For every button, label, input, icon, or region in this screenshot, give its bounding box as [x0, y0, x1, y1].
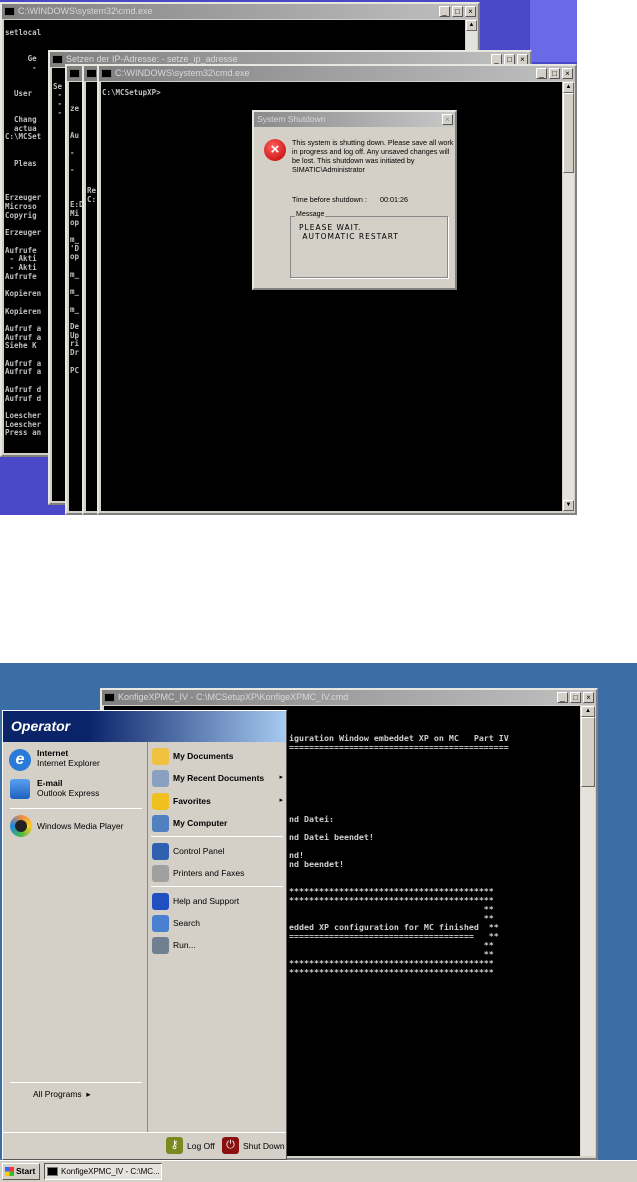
divider — [10, 1082, 142, 1083]
console-icon — [69, 69, 80, 78]
menu-item-my-documents[interactable]: My Documents — [151, 747, 285, 767]
menu-item-icon — [152, 793, 169, 810]
console-icon — [52, 55, 63, 64]
menu-item-printers-and-faxes[interactable]: Printers and Faxes — [151, 864, 285, 884]
minimize-button[interactable]: _ — [439, 6, 450, 17]
window-title: C:\WINDOWS\system32\cmd.exe — [115, 68, 250, 78]
start-menu: Operator e Internet Internet Explorer E-m… — [2, 710, 287, 1160]
windows-logo-icon — [5, 1167, 14, 1176]
menu-item-icon — [152, 815, 169, 832]
window-title: C:\WINDOWS\system32\cmd.exe — [18, 6, 153, 16]
start-button[interactable]: Start — [2, 1163, 40, 1180]
menu-item-search[interactable]: Search — [151, 914, 285, 934]
desktop-bottom: KonfigeXPMC_IV - C:\MCSetupXP\KonfigeXPM… — [0, 663, 637, 1182]
console-icon — [104, 693, 115, 702]
divider — [151, 836, 283, 837]
divider — [151, 886, 283, 887]
desktop-strip — [530, 0, 577, 62]
submenu-arrow-icon: ▸ — [279, 797, 283, 804]
menu-item-icon — [152, 843, 169, 860]
pinned-internet[interactable]: e Internet Internet Explorer — [7, 747, 145, 771]
menu-item-icon — [152, 893, 169, 910]
menu-column-divider — [147, 742, 148, 1132]
close-button[interactable]: × — [583, 692, 594, 703]
menu-item-control-panel[interactable]: Control Panel — [151, 842, 285, 862]
key-icon: ⚷ — [166, 1137, 183, 1154]
message-group: Message PLEASE WAIT. AUTOMATIC RESTART — [290, 211, 448, 278]
desktop-top: C:\WINDOWS\system32\cmd.exe _ □ × setlocal… — [0, 0, 577, 515]
scrollbar[interactable]: ▲ — [581, 706, 595, 1156]
divider — [10, 808, 142, 809]
time-value: 00:01:26 — [380, 195, 408, 204]
submenu-arrow-icon: ▸ — [279, 774, 283, 781]
console-icon — [86, 69, 97, 78]
minimize-button[interactable]: _ — [557, 692, 568, 703]
menu-item-icon — [152, 748, 169, 765]
close-button[interactable]: × — [562, 68, 573, 79]
group-label: Message — [295, 211, 326, 218]
time-label: Time before shutdown : — [292, 195, 367, 204]
maximize-button[interactable]: □ — [549, 68, 560, 79]
minimize-button[interactable]: _ — [536, 68, 547, 79]
menu-item-icon — [152, 770, 169, 787]
start-menu-header: Operator — [3, 711, 286, 742]
menu-item-my-computer[interactable]: My Computer — [151, 814, 285, 834]
window-title: Setzen der IP-Adresse: - setze_ip_adress… — [66, 54, 238, 64]
menu-item-help-and-support[interactable]: Help and Support — [151, 892, 285, 912]
shutdown-message: This system is shutting down. Please sav… — [292, 138, 454, 174]
menu-item-icon — [152, 865, 169, 882]
start-menu-footer — [3, 1132, 286, 1133]
media-player-icon — [10, 815, 32, 837]
close-button[interactable]: × — [465, 6, 476, 17]
taskbar: Start KonfigeXPMC_IV - C:\MC... — [0, 1160, 637, 1182]
scrollbar[interactable]: ▲ ▼ — [563, 82, 574, 511]
window-title: KonfigeXPMC_IV - C:\MCSetupXP\KonfigeXPM… — [118, 692, 349, 702]
menu-item-my-recent-documents[interactable]: My Recent Documents ▸ — [151, 769, 285, 789]
maximize-button[interactable]: □ — [570, 692, 581, 703]
maximize-button[interactable]: □ — [452, 6, 463, 17]
shutdown-dialog: System Shutdown × × This system is shutti… — [252, 110, 457, 290]
pinned-email[interactable]: E-mail Outlook Express — [7, 777, 145, 801]
user-name: Operator — [11, 718, 71, 734]
error-icon: × — [264, 139, 286, 161]
outlook-express-icon — [10, 779, 30, 799]
console-icon — [101, 69, 112, 78]
menu-item-run[interactable]: Run... — [151, 936, 285, 956]
recent-media-player[interactable]: Windows Media Player — [7, 814, 145, 838]
console-icon — [47, 1167, 58, 1176]
menu-item-icon — [152, 915, 169, 932]
dialog-title: System Shutdown — [257, 114, 326, 124]
console-icon — [4, 7, 15, 16]
menu-item-favorites[interactable]: Favorites ▸ — [151, 792, 285, 812]
close-button[interactable]: × — [442, 114, 453, 125]
menu-item-icon — [152, 937, 169, 954]
group-message: PLEASE WAIT. AUTOMATIC RESTART — [299, 223, 400, 241]
internet-explorer-icon: e — [9, 749, 31, 771]
all-programs-button[interactable]: All Programs ▸ — [33, 1089, 91, 1100]
power-icon: ⏻ — [222, 1137, 239, 1154]
taskbar-button-konfig[interactable]: KonfigeXPMC_IV - C:\MC... — [44, 1163, 162, 1180]
